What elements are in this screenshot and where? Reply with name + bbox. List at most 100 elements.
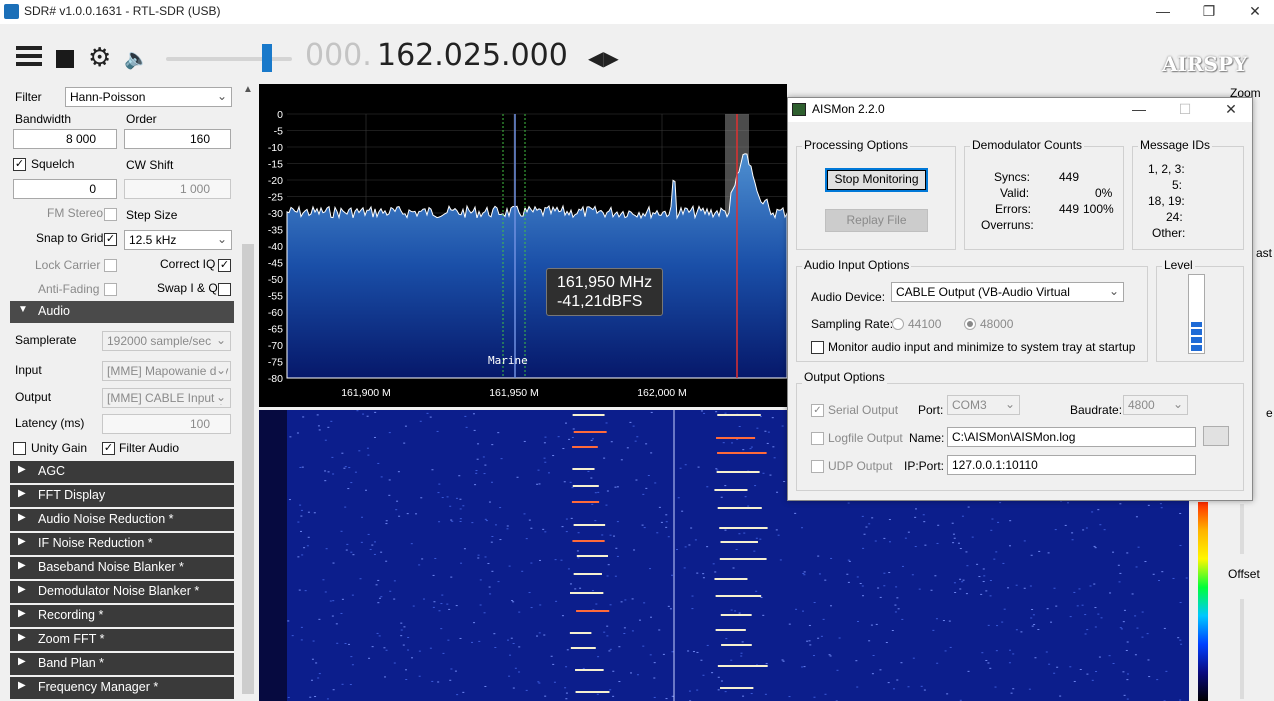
input-select[interactable]: [MME] Mapowanie dźv ⌄ [102,361,231,381]
audio-device-select[interactable]: CABLE Output (VB-Audio Virtual ⌄ [891,282,1124,302]
offset-slider-track[interactable] [1240,599,1244,699]
stop-monitoring-button[interactable]: Stop Monitoring [825,168,928,192]
name-label: Name: [909,431,945,445]
waterfall-noise [935,618,938,620]
left-scrollbar[interactable]: ▲ [240,84,256,701]
frequency-prefix[interactable]: 000. [305,38,372,73]
range-label: e [1266,406,1273,420]
volume-thumb[interactable] [262,44,272,72]
rate-48000-radio[interactable] [964,318,976,330]
port-select[interactable]: COM3 ⌄ [947,395,1020,415]
audio-section-header[interactable]: ▼ Audio [10,301,234,323]
waterfall-noise [724,691,727,693]
waterfall-noise [830,557,833,559]
waterfall-burst [717,665,768,667]
logfile-name-input[interactable]: C:\AISMon\AISMon.log [947,427,1196,447]
waterfall-noise [608,650,611,652]
order-input[interactable]: 160 [124,129,231,149]
stop-icon[interactable] [56,50,74,68]
fmstereo-checkbox[interactable] [104,208,117,221]
serial-checkbox[interactable]: ✓ [811,404,824,417]
ipport-input[interactable]: 127.0.0.1:10110 [947,455,1196,475]
port-value: COM3 [952,398,987,412]
waterfall-noise [1032,614,1035,616]
range-slider-track[interactable] [1240,504,1244,554]
section-header[interactable]: ▶ Recording * [10,605,234,627]
minimize-icon[interactable]: — [1140,0,1186,24]
msgid-row: 18, 19: [1148,194,1185,208]
section-header[interactable]: ▶ Zoom FFT * [10,629,234,651]
cwshift-input[interactable]: 1 000 [124,179,231,199]
section-header[interactable]: ▶ Demodulator Noise Blanker * [10,581,234,603]
waterfall-noise [1020,631,1023,633]
waterfall-noise [1131,593,1134,595]
spectrum-plot[interactable]: 0 -5 -10 -15 -20 -25 -30 -35 -40 -45 -50 -55 -60 -65 -… [259,84,787,407]
waterfall-noise [536,483,539,485]
section-header[interactable]: ▶ Audio Noise Reduction * [10,509,234,531]
aismon-maximize-icon[interactable]: ☐ [1162,98,1208,122]
correctiq-checkbox[interactable]: ✓ [218,259,231,272]
section-header[interactable]: ▶ Frequency Manager * [10,677,234,699]
section-header[interactable]: ▶ Baseband Noise Blanker * [10,557,234,579]
waterfall-noise [418,650,421,652]
aismon-minimize-icon[interactable]: — [1116,98,1162,122]
close-icon[interactable]: ✕ [1232,0,1274,24]
browse-button[interactable] [1203,426,1229,446]
scroll-thumb[interactable] [242,244,254,694]
unitygain-checkbox[interactable] [13,442,26,455]
scroll-up-icon[interactable]: ▲ [240,84,256,95]
waterfall-noise [643,602,646,604]
waterfall-burst [576,555,609,557]
waterfall-noise [393,662,396,664]
squelch-checkbox[interactable]: ✓ [13,158,26,171]
logfile-checkbox[interactable] [811,432,824,445]
bandwidth-input[interactable]: 8 000 [13,129,117,149]
squelch-input[interactable]: 0 [13,179,117,199]
waterfall-noise [788,696,791,698]
latency-input[interactable]: 100 [102,414,231,434]
section-title: Frequency Manager * [38,680,159,694]
lockcarrier-checkbox[interactable] [104,259,117,272]
swapiq-checkbox[interactable] [218,283,231,296]
tune-arrows-icon[interactable]: ◀▶ [588,46,619,71]
aismon-close-icon[interactable]: ✕ [1208,98,1254,122]
output-select[interactable]: [MME] CABLE Input (\ ⌄ [102,388,231,408]
filteraudio-checkbox[interactable]: ✓ [102,442,115,455]
section-header[interactable]: ▶ IF Noise Reduction * [10,533,234,555]
waterfall-noise [724,485,727,487]
samplerate-select[interactable]: 192000 sample/sec ⌄ [102,331,231,351]
frequency-display[interactable]: 162.025.000 [377,38,568,73]
waterfall-noise [512,643,515,645]
waterfall-noise [688,690,691,692]
udp-checkbox[interactable] [811,460,824,473]
section-header[interactable]: ▶ Band Plan * [10,653,234,675]
waterfall-noise [451,520,454,522]
section-header[interactable]: ▶ FFT Display [10,485,234,507]
spectrum-view[interactable]: 0 -5 -10 -15 -20 -25 -30 -35 -40 -45 -50 -55 -60 -65 -… [259,84,787,407]
snap-checkbox[interactable]: ✓ [104,233,117,246]
replay-file-button[interactable]: Replay File [825,209,928,232]
baud-select[interactable]: 4800 ⌄ [1123,395,1188,415]
restore-icon[interactable]: ❐ [1186,0,1232,24]
gear-icon[interactable]: ⚙ [88,44,111,70]
waterfall-noise [665,514,668,516]
waterfall-noise [641,524,644,526]
waterfall-noise [433,601,436,603]
waterfall-noise [829,655,832,657]
section-header[interactable]: ▶ AGC [10,461,234,483]
waterfall-noise [736,438,739,440]
waterfall-noise [378,597,381,599]
waterfall-noise [951,522,954,524]
rate-44100-radio[interactable] [892,318,904,330]
antifading-checkbox[interactable] [104,283,117,296]
speaker-icon[interactable]: 🔈 [124,46,149,71]
monitor-checkbox[interactable] [811,341,824,354]
stepsize-select[interactable]: 12.5 kHz ⌄ [124,230,232,250]
waterfall-noise [348,467,351,469]
waterfall-noise [375,584,378,586]
menu-icon[interactable] [16,46,42,66]
volume-slider[interactable] [166,44,292,72]
filter-select[interactable]: Hann-Poisson ⌄ [65,87,232,107]
waterfall-noise [741,641,744,643]
waterfall-noise [1179,699,1182,701]
